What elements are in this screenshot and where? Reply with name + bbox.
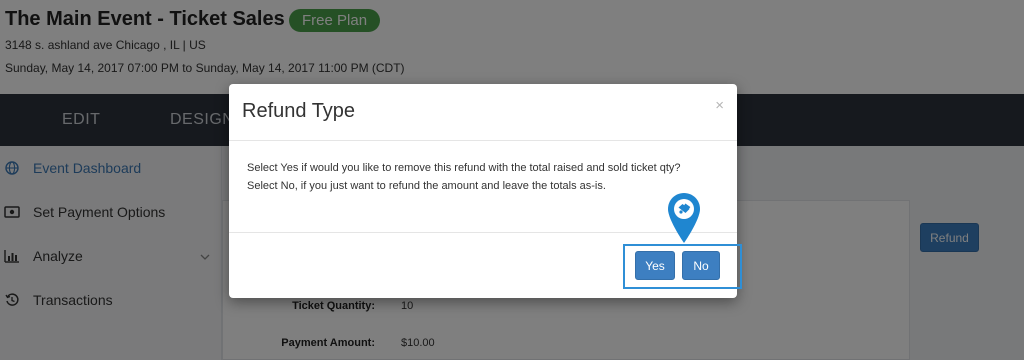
modal-title: Refund Type xyxy=(242,100,356,122)
buttons-highlight-box xyxy=(623,244,742,289)
location-pin-icon xyxy=(668,193,700,243)
modal-footer-divider xyxy=(229,232,737,233)
modal-header-divider xyxy=(229,140,737,141)
modal-message-line-1: Select Yes if would you like to remove t… xyxy=(247,162,681,174)
modal-message-line-2: Select No, if you just want to refund th… xyxy=(247,180,606,192)
close-icon[interactable]: × xyxy=(715,97,724,114)
